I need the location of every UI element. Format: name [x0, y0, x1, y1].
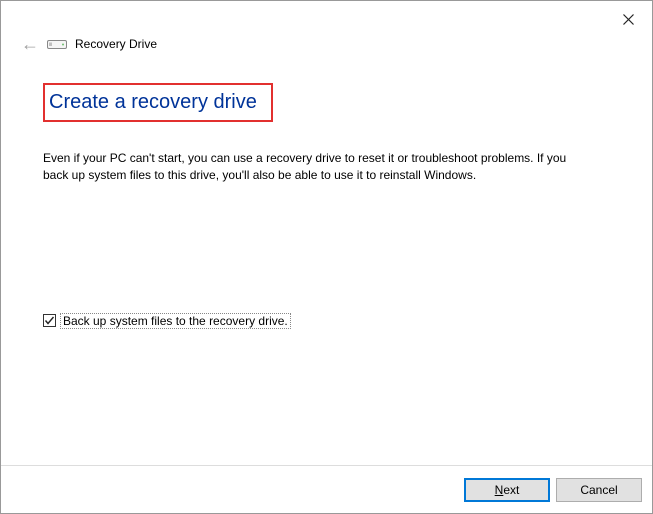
content-area: Create a recovery drive Even if your PC … [1, 53, 652, 329]
page-description: Even if your PC can't start, you can use… [43, 150, 583, 185]
close-button[interactable] [616, 7, 640, 31]
window-title: Recovery Drive [75, 37, 157, 51]
cancel-button[interactable]: Cancel [556, 478, 642, 502]
wizard-header: ← Recovery Drive [1, 1, 652, 53]
heading-highlight: Create a recovery drive [43, 83, 273, 122]
backup-checkbox-row: Back up system files to the recovery dri… [43, 313, 610, 329]
backup-checkbox[interactable] [43, 314, 56, 327]
back-arrow-icon: ← [21, 35, 39, 53]
page-heading: Create a recovery drive [49, 91, 257, 114]
drive-icon [47, 38, 67, 50]
next-button[interactable]: Next [464, 478, 550, 502]
backup-checkbox-label[interactable]: Back up system files to the recovery dri… [60, 313, 291, 329]
wizard-footer: Next Cancel [1, 465, 652, 513]
